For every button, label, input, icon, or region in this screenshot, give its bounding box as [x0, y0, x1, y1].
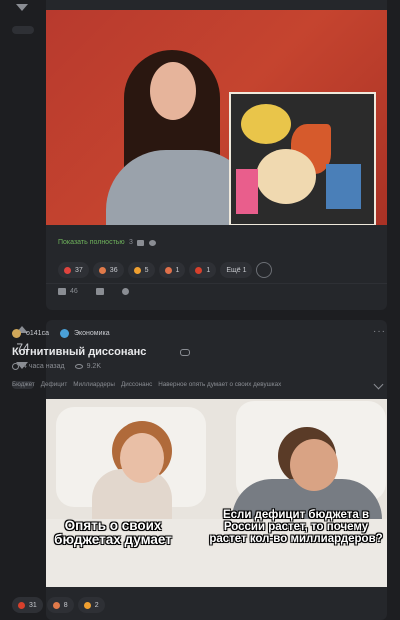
tag[interactable]: Диссонанс: [121, 381, 152, 388]
painting: [229, 92, 376, 225]
views-icon: [74, 364, 83, 369]
show-more-link[interactable]: Показать полностью: [58, 239, 125, 246]
more-reactions-button[interactable]: Ещё 1: [220, 262, 253, 278]
reaction-count: 37: [75, 266, 83, 274]
more-options-icon[interactable]: ···: [373, 326, 386, 337]
reaction-chip[interactable]: 1: [158, 262, 186, 278]
share-icon[interactable]: [121, 288, 129, 295]
angry-emoji-icon: [164, 266, 172, 274]
reaction-count: 1: [206, 266, 211, 274]
reaction-chip[interactable]: 2: [77, 597, 105, 613]
meme-caption-left: Опять о своих бюджетах думает: [54, 518, 172, 548]
post-image[interactable]: [46, 10, 387, 225]
community-icon: [59, 329, 69, 338]
reaction-chip[interactable]: 5: [127, 262, 155, 278]
meme-image[interactable]: Опять о своих бюджетах думает Если дефиц…: [46, 399, 387, 587]
reactions-bar: 37 36 5 1 1 Ещё 1: [58, 262, 273, 278]
tag[interactable]: Бюджет: [12, 381, 35, 388]
reaction-chip[interactable]: 1: [189, 262, 217, 278]
video-icon: [149, 240, 156, 246]
reaction-count: 36: [109, 266, 118, 274]
image-count: 3: [129, 239, 133, 246]
heart-icon: [64, 266, 71, 274]
vote-separator: [12, 26, 34, 34]
reaction-count: 1: [175, 266, 180, 274]
reaction-count: 5: [144, 266, 149, 274]
tag[interactable]: Наверное опять думает о своих девушках: [158, 381, 281, 388]
downvote-icon[interactable]: [16, 4, 28, 11]
link-icon[interactable]: [180, 349, 190, 356]
post-header: o141ca Экономика: [12, 329, 110, 338]
post-footer: 46: [58, 288, 129, 295]
clock-icon: [12, 363, 19, 370]
meme-caption-right: Если дефицит бюджета в России растет, то…: [209, 509, 383, 546]
divider: [46, 283, 387, 284]
save-icon[interactable]: [95, 288, 104, 295]
reaction-count: 8: [63, 601, 68, 609]
tomato-emoji-icon: [195, 266, 203, 274]
reactions-bar: 31 8 2: [12, 597, 105, 613]
tag[interactable]: Миллиардеры: [73, 381, 115, 388]
post-meta: 4 часа назад 9.2K: [12, 363, 101, 370]
reaction-chip[interactable]: 36: [92, 262, 124, 278]
add-reaction-icon[interactable]: [256, 262, 273, 278]
clown-emoji-icon: [18, 601, 25, 609]
vote-column: 74: [0, 0, 46, 614]
community-name[interactable]: Экономика: [74, 330, 110, 337]
reaction-count: 31: [29, 601, 37, 609]
reaction-chip[interactable]: 37: [58, 262, 89, 278]
thinking-emoji-icon: [83, 601, 91, 609]
laugh-emoji-icon: [98, 266, 106, 274]
post-title[interactable]: Когнитивный диссонанс: [12, 346, 146, 358]
author-name[interactable]: o141ca: [26, 330, 49, 337]
comments-count: 46: [70, 288, 78, 295]
post-card: Показать полностью 3 37 36 5 1 1 Ещё 1 4…: [46, 0, 387, 310]
reaction-count: 2: [94, 601, 99, 609]
reaction-chip[interactable]: 31: [12, 597, 43, 613]
tags-list: Бюджет Дефицит Миллиардеры Диссонанс Нав…: [12, 381, 281, 388]
laugh-emoji-icon: [52, 601, 60, 609]
tag[interactable]: Дефицит: [41, 381, 67, 388]
views-count: 9.2K: [86, 363, 101, 370]
comments-button[interactable]: 46: [58, 288, 78, 295]
comment-icon: [58, 288, 66, 295]
reaction-chip[interactable]: 8: [46, 597, 74, 613]
fire-emoji-icon: [133, 266, 141, 274]
avatar[interactable]: [12, 329, 21, 338]
camera-icon: [137, 240, 144, 246]
post-time: 4 часа назад: [23, 363, 65, 370]
